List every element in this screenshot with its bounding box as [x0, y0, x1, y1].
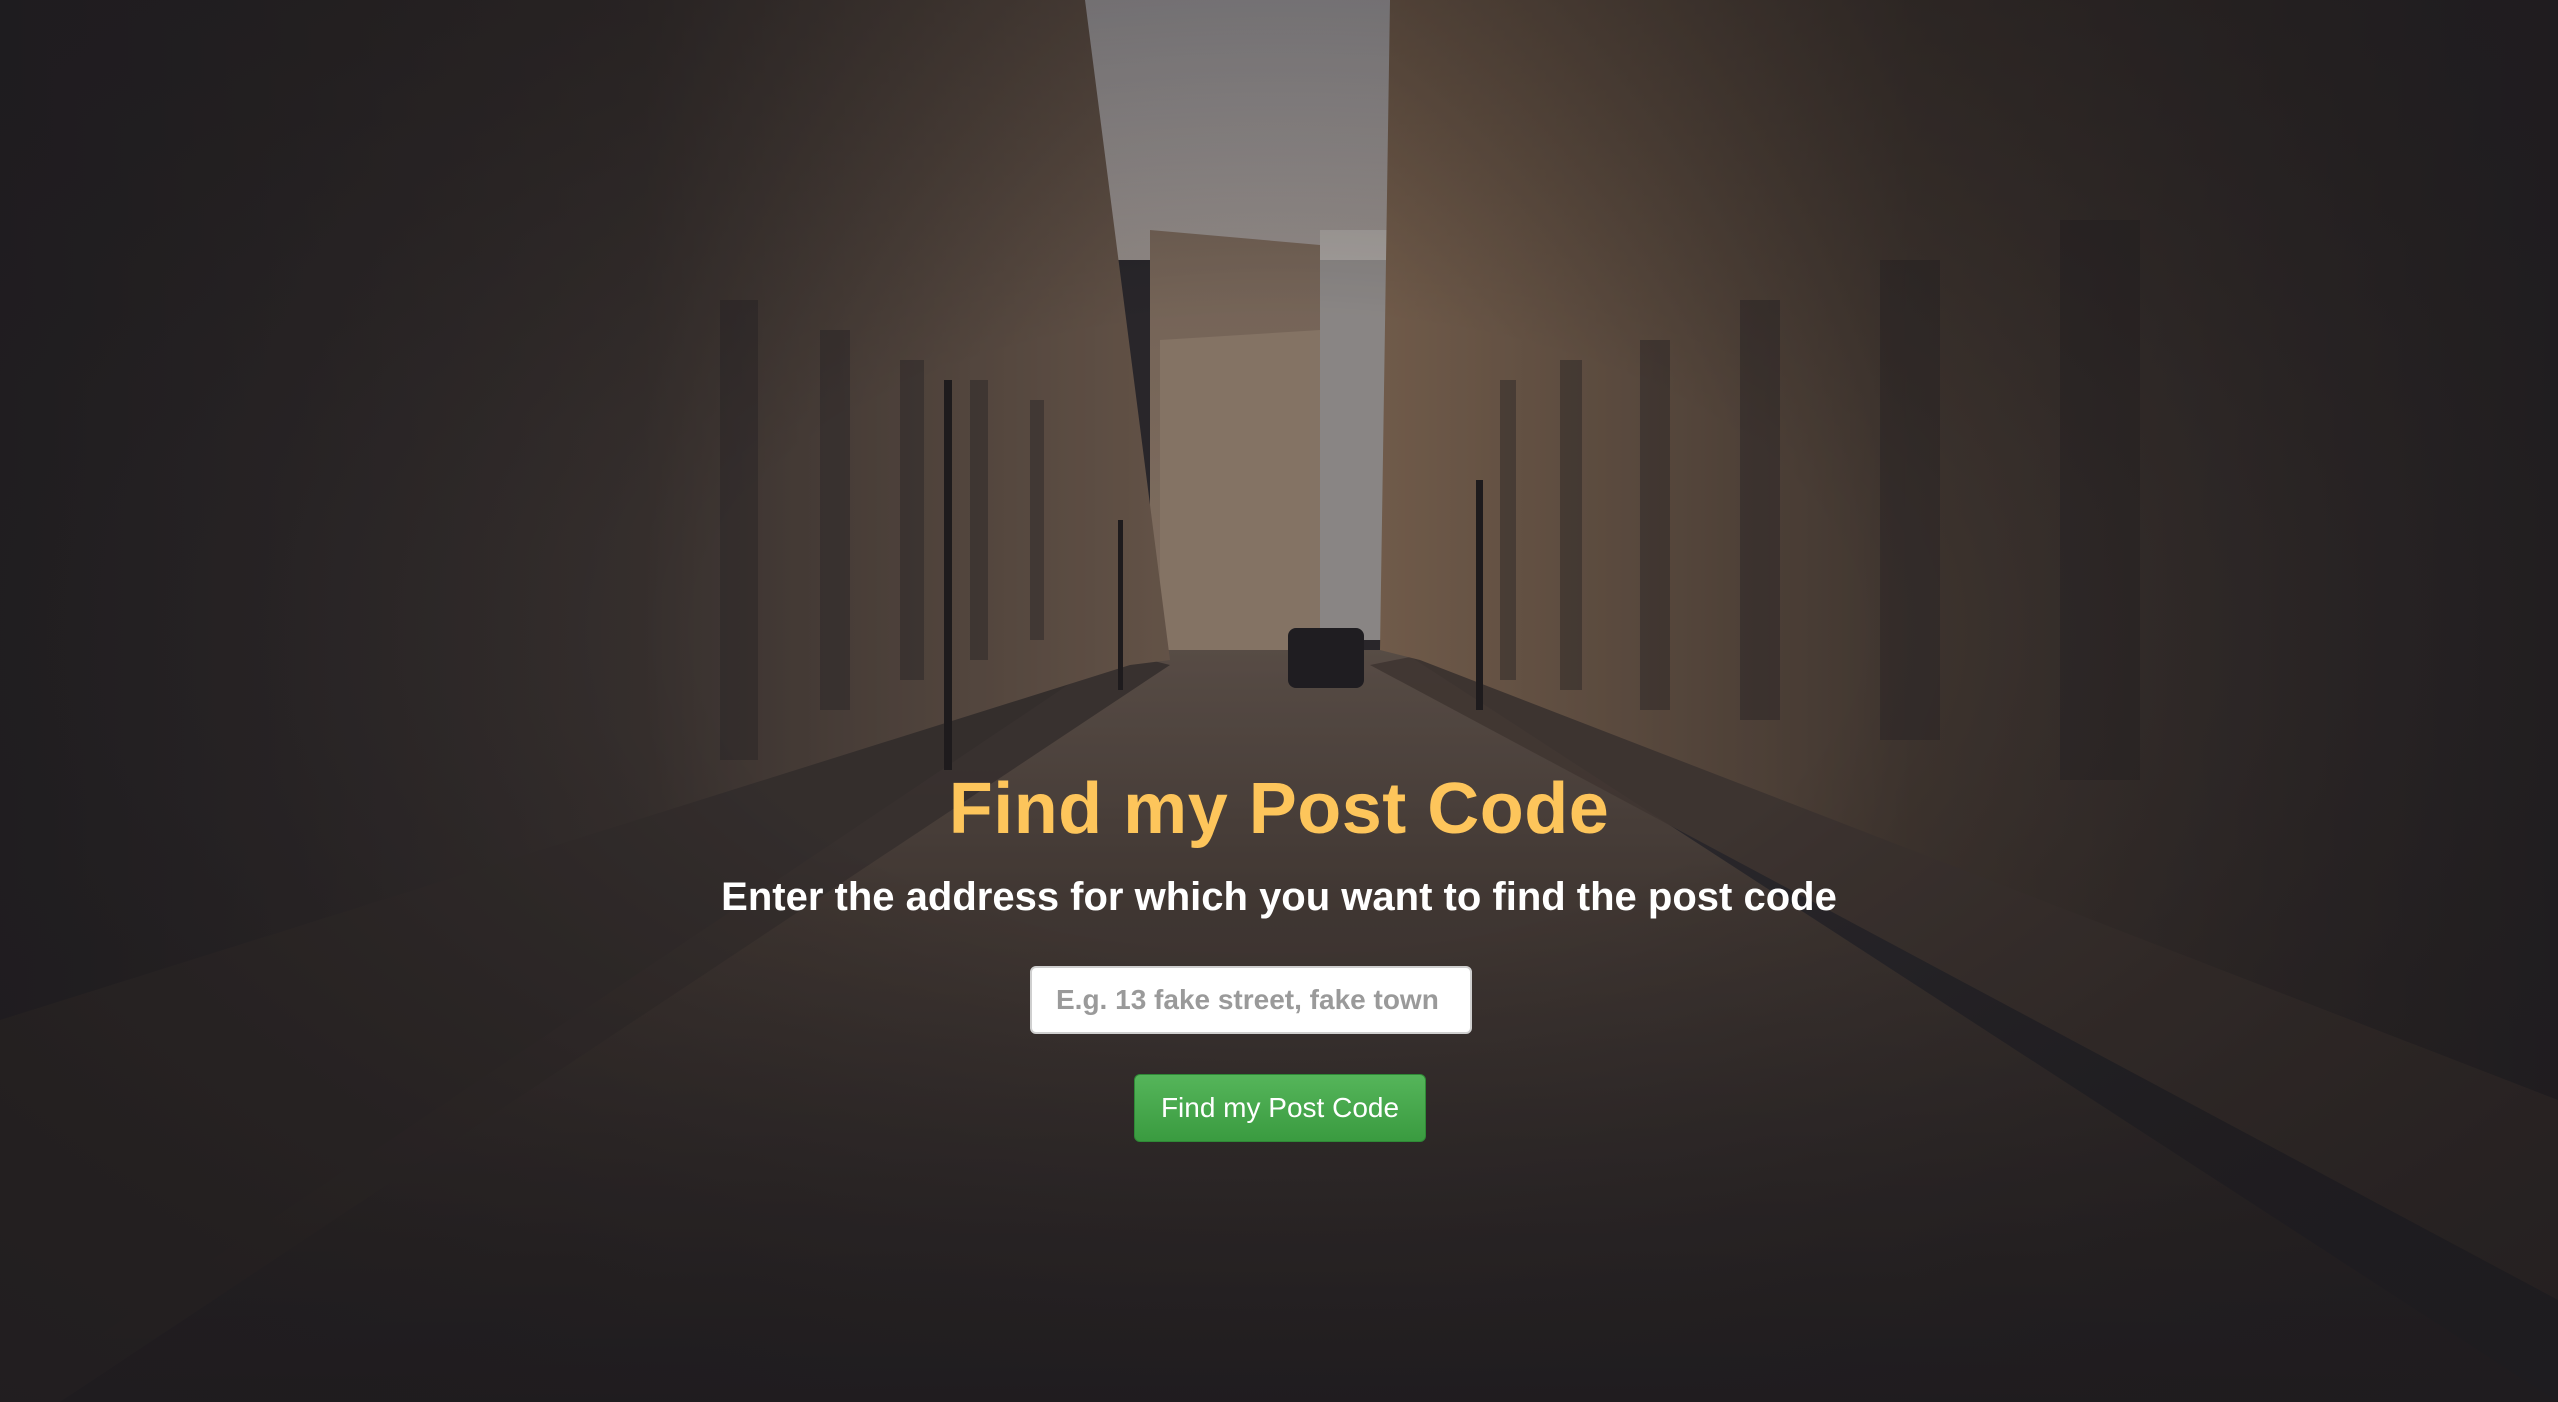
hero-section: Find my Post Code Enter the address for …	[0, 0, 2558, 1402]
page-title: Find my Post Code	[948, 769, 1610, 849]
find-post-code-button[interactable]: Find my Post Code	[1134, 1074, 1426, 1142]
page-subtitle: Enter the address for which you want to …	[721, 875, 1837, 919]
address-input[interactable]	[1030, 966, 1472, 1034]
